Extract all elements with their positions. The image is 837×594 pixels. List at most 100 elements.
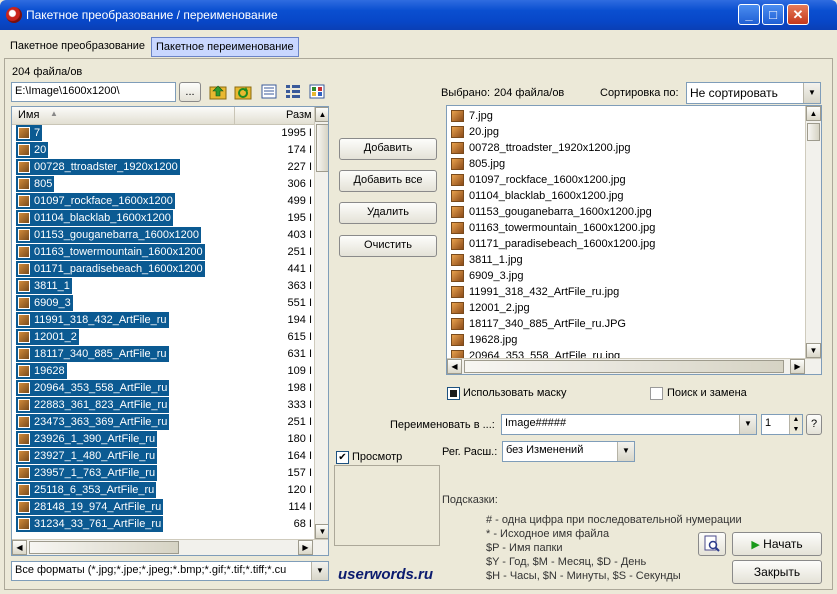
chevron-down-icon[interactable]: ▼ [739, 415, 756, 434]
h-scroll-thumb[interactable] [464, 360, 784, 373]
refresh-folder-icon[interactable] [234, 83, 252, 100]
minimize-button[interactable]: _ [738, 4, 760, 25]
table-row[interactable]: 23473_363_369_ArtFile_ru 251 I [12, 414, 314, 431]
left-vertical-scrollbar[interactable]: ▲ ▼ [314, 107, 328, 539]
table-row[interactable]: 22883_361_823_ArtFile_ru 333 I [12, 397, 314, 414]
tab-batch-rename[interactable]: Пакетное переименование [151, 37, 299, 57]
maximize-button[interactable]: □ [762, 4, 784, 25]
image-file-icon [18, 433, 30, 445]
right-horizontal-scrollbar[interactable]: ◀ ▶ [447, 358, 821, 374]
folder-path-input[interactable]: E:\Image\1600x1200\ [11, 82, 176, 102]
list-item[interactable]: 01171_paradisebeach_1600x1200.jpg [447, 236, 805, 252]
table-row[interactable]: 18117_340_885_ArtFile_ru 631 I [12, 346, 314, 363]
table-row[interactable]: 28148_19_974_ArtFile_ru 114 I [12, 499, 314, 516]
scroll-right-icon[interactable]: ▶ [298, 540, 313, 555]
table-row[interactable]: 20 174 I [12, 142, 314, 159]
list-item[interactable]: 7.jpg [447, 108, 805, 124]
list-item[interactable]: 01104_blacklab_1600x1200.jpg [447, 188, 805, 204]
details-view-icon[interactable] [285, 84, 301, 99]
start-number-stepper[interactable]: 1 ▲ ▼ [761, 414, 803, 435]
hint-line-3: $P - Имя папки [486, 542, 563, 554]
list-view-icon[interactable] [261, 84, 277, 99]
list-item[interactable]: 3811_1.jpg [447, 252, 805, 268]
h-scroll-thumb[interactable] [29, 541, 179, 554]
add-all-button[interactable]: Добавить все [339, 170, 437, 192]
table-row[interactable]: 01153_gouganebarra_1600x1200 403 I [12, 227, 314, 244]
list-item[interactable]: 6909_3.jpg [447, 268, 805, 284]
list-item[interactable]: 01097_rockface_1600x1200.jpg [447, 172, 805, 188]
table-row[interactable]: 23957_1_763_ArtFile_ru 157 I [12, 465, 314, 482]
table-row[interactable]: 01163_towermountain_1600x1200 251 I [12, 244, 314, 261]
delete-button[interactable]: Удалить [339, 202, 437, 224]
left-horizontal-scrollbar[interactable]: ◀ ▶ [12, 539, 328, 555]
use-mask-checkbox[interactable] [447, 387, 460, 400]
table-row[interactable]: 01171_paradisebeach_1600x1200 441 I [12, 261, 314, 278]
image-file-icon [451, 318, 464, 330]
source-file-list[interactable]: Имя ▲ Разм 7 1995 I 20 174 I 00728_ttroadste… [11, 106, 329, 556]
table-row[interactable]: 11991_318_432_ArtFile_ru 194 I [12, 312, 314, 329]
table-row[interactable]: 25118_6_353_ArtFile_ru 120 I [12, 482, 314, 499]
search-replace-checkbox[interactable] [650, 387, 663, 400]
list-item[interactable]: 805.jpg [447, 156, 805, 172]
preview-checkbox[interactable]: ✔ [336, 451, 349, 464]
scroll-left-icon[interactable]: ◀ [447, 359, 462, 374]
list-item[interactable]: 18117_340_885_ArtFile_ru.JPG [447, 316, 805, 332]
list-item[interactable]: 19628.jpg [447, 332, 805, 348]
stepper-down-icon[interactable]: ▼ [789, 425, 802, 434]
scroll-down-icon[interactable]: ▼ [806, 343, 821, 358]
list-item[interactable]: 20964_353_558_ArtFile_ru.jpg [447, 348, 805, 358]
column-header-size[interactable]: Разм [286, 109, 312, 121]
format-filter-select[interactable]: Все форматы (*.jpg;*.jpe;*.jpeg;*.bmp;*.… [11, 561, 329, 581]
table-row[interactable]: 20964_353_558_ArtFile_ru 198 I [12, 380, 314, 397]
table-row[interactable]: 31234_33_761_ArtFile_ru 68 I [12, 516, 314, 533]
folder-up-icon[interactable] [209, 83, 227, 100]
tab-batch-convert[interactable]: Пакетное преобразование [6, 37, 149, 57]
scroll-left-icon[interactable]: ◀ [12, 540, 27, 555]
chevron-down-icon: ▼ [311, 562, 328, 580]
table-row[interactable]: 7 1995 I [12, 125, 314, 142]
table-row[interactable]: 23926_1_390_ArtFile_ru 180 I [12, 431, 314, 448]
table-row[interactable]: 3811_1 363 I [12, 278, 314, 295]
table-row[interactable]: 01104_blacklab_1600x1200 195 I [12, 210, 314, 227]
scroll-up-icon[interactable]: ▲ [315, 107, 328, 122]
scroll-up-icon[interactable]: ▲ [806, 106, 821, 121]
extension-select[interactable]: без Изменений ▼ [502, 441, 635, 462]
scroll-thumb[interactable] [807, 123, 820, 141]
rename-mask-input[interactable]: Image##### ▼ [501, 414, 757, 435]
column-header-name[interactable]: Имя [18, 109, 39, 121]
image-file-icon [18, 467, 30, 479]
file-name-text: 01097_rockface_1600x1200 [34, 195, 173, 207]
list-item[interactable]: 12001_2.jpg [447, 300, 805, 316]
table-row[interactable]: 19628 109 I [12, 363, 314, 380]
list-item[interactable]: 01163_towermountain_1600x1200.jpg [447, 220, 805, 236]
preview-doc-button[interactable] [698, 532, 726, 556]
scroll-thumb[interactable] [316, 124, 328, 172]
table-row[interactable]: 00728_ttroadster_1920x1200 227 I [12, 159, 314, 176]
clear-button[interactable]: Очистить [339, 235, 437, 257]
table-row[interactable]: 01097_rockface_1600x1200 499 I [12, 193, 314, 210]
table-row[interactable]: 23927_1_480_ArtFile_ru 164 I [12, 448, 314, 465]
sort-select[interactable]: Не сортировать ▼ [686, 82, 821, 104]
scroll-right-icon[interactable]: ▶ [790, 359, 805, 374]
close-window-button[interactable]: ✕ [787, 4, 809, 25]
browse-button[interactable]: ... [179, 82, 201, 102]
list-item[interactable]: 11991_318_432_ArtFile_ru.jpg [447, 284, 805, 300]
start-button[interactable]: ▶ Начать [732, 532, 822, 556]
scroll-down-icon[interactable]: ▼ [315, 524, 328, 539]
image-file-icon [451, 222, 464, 234]
list-item[interactable]: 01153_gouganebarra_1600x1200.jpg [447, 204, 805, 220]
table-row[interactable]: 12001_2 615 I [12, 329, 314, 346]
target-file-list[interactable]: 7.jpg 20.jpg 00728_ttroadster_1920x1200.jp… [446, 105, 822, 375]
table-row[interactable]: 6909_3 551 I [12, 295, 314, 312]
thumbnail-view-icon[interactable] [309, 84, 325, 99]
right-vertical-scrollbar[interactable]: ▲ ▼ [805, 106, 821, 358]
close-button[interactable]: Закрыть [732, 560, 822, 584]
list-item[interactable]: 20.jpg [447, 124, 805, 140]
file-size: 194 I [287, 314, 312, 326]
help-button[interactable]: ? [806, 414, 822, 435]
file-size: 227 I [287, 161, 312, 173]
add-button[interactable]: Добавить [339, 138, 437, 160]
stepper-up-icon[interactable]: ▲ [789, 415, 802, 425]
table-row[interactable]: 805 306 I [12, 176, 314, 193]
list-item[interactable]: 00728_ttroadster_1920x1200.jpg [447, 140, 805, 156]
